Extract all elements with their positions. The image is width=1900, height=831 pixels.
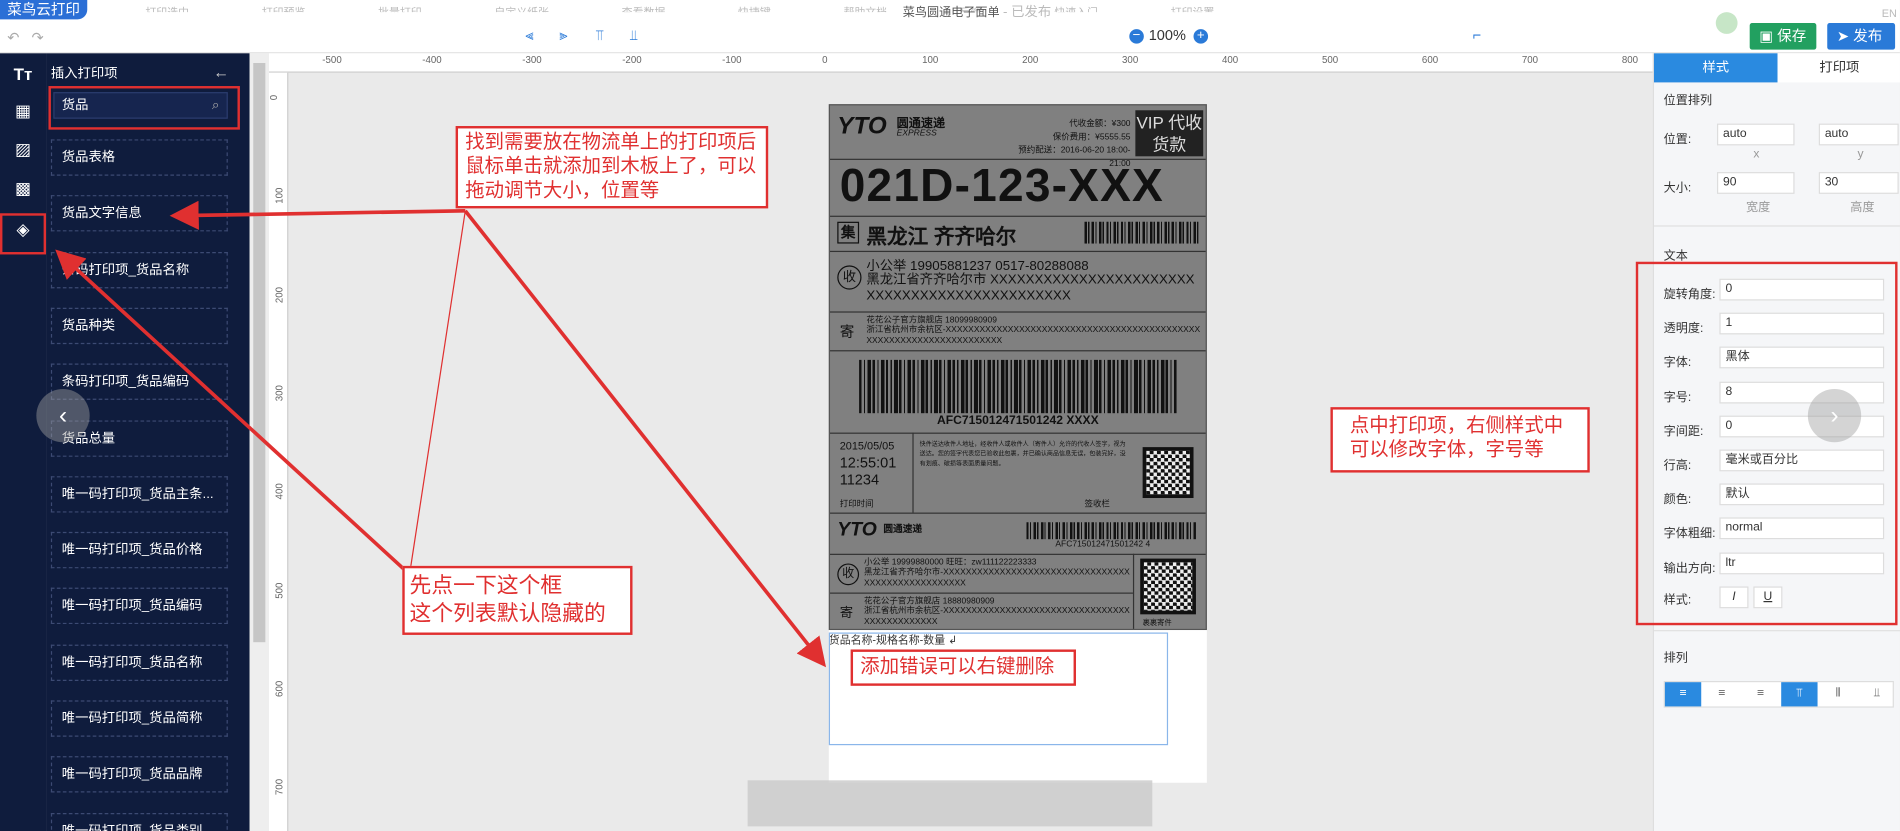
annotation-add-item: 找到需要放在物流单上的打印项后鼠标单击就添加到木板上了，可以拖动调节大小，位置等: [455, 126, 769, 209]
rail-highlight-box: [0, 213, 47, 255]
annotation-right-click-delete: 添加错误可以右键删除: [850, 649, 1076, 686]
annotation-style-panel: 点中打印项，右侧样式中可以修改字体，字号等: [1330, 407, 1590, 473]
annotation-open-list: 先点一下这个框 这个列表默认隐藏的: [402, 565, 633, 635]
search-highlight-box: [48, 86, 240, 130]
annotation-arrows: [55, 200, 827, 668]
text-style-highlight-box: [1635, 261, 1898, 626]
